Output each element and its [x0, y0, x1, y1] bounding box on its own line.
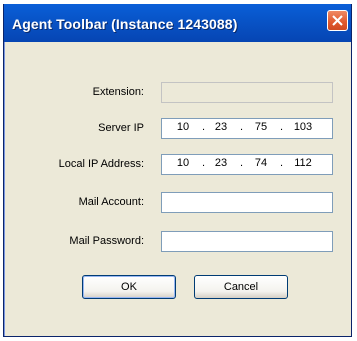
ip-separator: .: [240, 121, 244, 133]
window-title: Agent Toolbar (Instance 1243088): [12, 16, 238, 32]
local-ip-label: Local IP Address:: [58, 158, 144, 170]
mail-account-input[interactable]: [162, 193, 332, 212]
ip-separator: .: [280, 121, 284, 133]
server-ip-octet-3[interactable]: 75: [246, 121, 276, 133]
ok-button[interactable]: OK: [82, 275, 176, 299]
local-ip-octet-3[interactable]: 74: [246, 157, 276, 169]
server-ip-octet-2[interactable]: 23: [206, 121, 236, 133]
mail-password-field[interactable]: [161, 231, 333, 252]
ip-separator: .: [280, 157, 284, 169]
local-ip-field[interactable]: 10 . 23 . 74 . 112: [161, 154, 333, 175]
ip-separator: .: [202, 157, 206, 169]
ip-separator: .: [240, 157, 244, 169]
server-ip-label: Server IP: [98, 122, 144, 134]
close-icon: [332, 15, 343, 26]
extension-label: Extension:: [92, 86, 144, 98]
ip-separator: .: [202, 121, 206, 133]
extension-field: [161, 82, 333, 103]
extension-input: [162, 83, 332, 102]
mail-password-label: Mail Password:: [69, 235, 144, 247]
mail-password-input[interactable]: [162, 232, 332, 251]
mail-account-label: Mail Account:: [78, 196, 144, 208]
local-ip-octet-4[interactable]: 112: [288, 157, 318, 169]
local-ip-octet-1[interactable]: 10: [168, 157, 198, 169]
server-ip-field[interactable]: 10 . 23 . 75 . 103: [161, 118, 333, 139]
title-bar[interactable]: Agent Toolbar (Instance 1243088): [4, 4, 351, 42]
cancel-button[interactable]: Cancel: [194, 275, 288, 299]
server-ip-octet-1[interactable]: 10: [168, 121, 198, 133]
server-ip-octet-4[interactable]: 103: [288, 121, 318, 133]
local-ip-octet-2[interactable]: 23: [206, 157, 236, 169]
mail-account-field[interactable]: [161, 192, 333, 213]
close-button[interactable]: [327, 10, 348, 31]
dialog-window: Agent Toolbar (Instance 1243088) Extensi…: [3, 4, 352, 337]
